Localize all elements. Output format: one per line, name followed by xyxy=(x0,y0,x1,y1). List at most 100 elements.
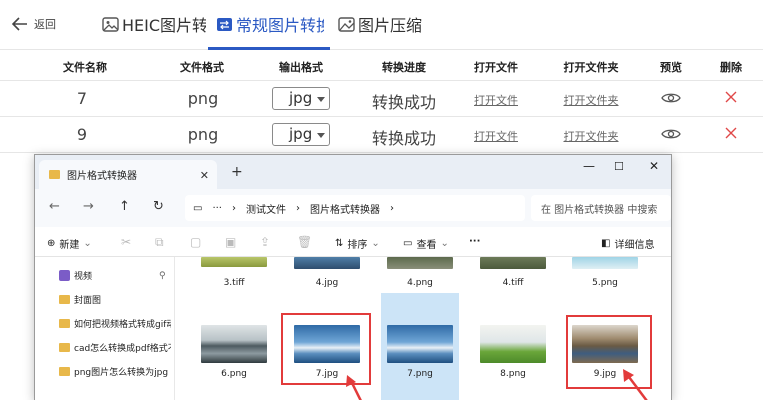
explorer-sidebar: 视频 ⚲ 封面图 如何把视频格式转成gif动 cad怎么转换成pdf格式不 pn… xyxy=(35,257,173,400)
folder-icon xyxy=(59,319,70,328)
column-header: 转换进度 xyxy=(382,61,426,74)
compress-icon xyxy=(338,16,355,32)
sidebar-item-folder[interactable]: 如何把视频格式转成gif动 xyxy=(59,317,171,330)
copy-icon[interactable]: ⧉ xyxy=(155,235,164,250)
arrow-left-icon xyxy=(12,17,27,31)
thumbnail[interactable] xyxy=(201,325,267,363)
file-format: png xyxy=(187,125,219,144)
cut-icon[interactable]: ✂ xyxy=(121,235,131,249)
back-label: 返回 xyxy=(34,18,56,31)
file-label[interactable]: 4.jpg xyxy=(316,278,339,288)
convert-progress: 转换成功 xyxy=(371,93,437,112)
new-tab-button[interactable]: + xyxy=(231,164,243,180)
sidebar-item-folder[interactable]: png图片怎么转换为jpg xyxy=(59,365,171,378)
file-label[interactable]: 3.tiff xyxy=(224,278,245,288)
explorer-toolbar: ⊕ 新建 ⌄ ✂ ⧉ ▢ ▣ ⇪ 🗑 ⇅ 排序 ⌄ ▭ 查看 ⌄ ··· ◧ 详… xyxy=(35,227,671,257)
thumbnail[interactable] xyxy=(387,325,453,363)
column-header: 删除 xyxy=(720,61,742,74)
column-header: 预览 xyxy=(660,61,682,74)
sort-button[interactable]: ⇅ 排序 ⌄ xyxy=(335,236,380,251)
thumbnail[interactable] xyxy=(480,325,546,363)
file-label[interactable]: 5.png xyxy=(592,278,618,288)
new-label: 新建 xyxy=(59,240,80,251)
rename-icon[interactable]: ▣ xyxy=(225,235,236,249)
details-button[interactable]: ◧ 详细信息 xyxy=(601,236,654,251)
open-file-link[interactable]: 打开文件 xyxy=(474,128,518,144)
annotation-arrow xyxy=(623,369,648,400)
sidebar-item-videos[interactable]: 视频 ⚲ xyxy=(59,269,171,282)
minimize-icon[interactable]: — xyxy=(583,159,595,173)
output-format-select[interactable]: jpg xyxy=(272,87,330,110)
breadcrumb-item[interactable]: 测试文件 xyxy=(246,201,286,216)
address-bar[interactable]: ▭ ··· › 测试文件 › 图片格式转换器 › xyxy=(185,195,525,221)
breadcrumb-item[interactable]: 图片格式转换器 xyxy=(310,201,380,216)
column-header: 文件名称 xyxy=(63,61,107,74)
tab-label: 图片压缩 xyxy=(358,16,423,35)
app-header: 返回 HEIC图片转换 常规图片转换 图片压缩 xyxy=(0,0,763,50)
sidebar-item-cover[interactable]: 封面图 xyxy=(59,293,171,306)
file-name: 9 xyxy=(76,125,88,144)
more-options-icon[interactable]: ··· xyxy=(469,236,480,247)
thumbnail[interactable] xyxy=(480,257,546,269)
chevron-down-icon: ⌄ xyxy=(440,238,449,249)
tab-label: HEIC图片转换 xyxy=(122,16,206,35)
file-label[interactable]: 8.png xyxy=(500,369,526,379)
explorer-navbar: ← → ↑ ↻ ▭ ··· › 测试文件 › 图片格式转换器 › 在 图片格式转… xyxy=(35,189,671,227)
video-icon xyxy=(59,270,70,281)
new-button[interactable]: ⊕ 新建 ⌄ xyxy=(47,236,92,251)
up-arrow-icon[interactable]: ↑ xyxy=(119,199,130,214)
open-folder-link[interactable]: 打开文件夹 xyxy=(564,128,619,144)
sidebar-item-folder[interactable]: cad怎么转换成pdf格式不 xyxy=(59,341,171,354)
chevron-down-icon: ⌄ xyxy=(371,238,380,249)
open-file-link[interactable]: 打开文件 xyxy=(474,92,518,108)
back-arrow-icon[interactable]: ← xyxy=(49,199,60,214)
output-format-select[interactable]: jpg xyxy=(272,123,330,146)
view-icon: ▭ xyxy=(403,238,413,249)
forward-arrow-icon[interactable]: → xyxy=(83,199,94,214)
chevron-down-icon: ⌄ xyxy=(83,238,92,249)
explorer-tab-title: 图片格式转换器 xyxy=(67,171,137,182)
chevron-right-icon: › xyxy=(296,202,300,214)
column-header: 输出格式 xyxy=(279,61,323,74)
chevron-down-icon xyxy=(317,97,325,102)
file-label[interactable]: 4.tiff xyxy=(503,278,524,288)
view-button[interactable]: ▭ 查看 ⌄ xyxy=(403,236,449,251)
delete-icon[interactable]: 🗑 xyxy=(297,235,312,249)
explorer-tab[interactable]: 图片格式转换器 ✕ xyxy=(39,160,217,189)
tab-image-compress[interactable]: 图片压缩 xyxy=(338,12,428,36)
thumbnail[interactable] xyxy=(572,257,638,269)
tab-label: 常规图片转换 xyxy=(236,16,324,35)
eye-icon[interactable] xyxy=(661,127,681,141)
file-label[interactable]: 4.png xyxy=(407,278,433,288)
chevron-right-icon: › xyxy=(390,202,394,214)
table-row: 7 png jpg 转换成功 打开文件 打开文件夹 xyxy=(0,81,763,117)
search-input[interactable]: 在 图片格式转换器 中搜索 xyxy=(531,195,671,221)
tab-heic-convert[interactable]: HEIC图片转换 xyxy=(102,12,206,36)
maximize-icon[interactable]: ☐ xyxy=(614,160,624,173)
convert-progress: 转换成功 xyxy=(371,129,437,148)
close-tab-icon[interactable]: ✕ xyxy=(200,169,209,182)
search-placeholder: 在 图片格式转换器 中搜索 xyxy=(541,204,658,216)
file-label[interactable]: 7.png xyxy=(407,369,433,379)
paste-icon[interactable]: ▢ xyxy=(190,235,201,249)
folder-icon xyxy=(59,343,70,352)
close-icon[interactable] xyxy=(725,127,737,139)
refresh-icon[interactable]: ↻ xyxy=(153,199,164,214)
thumbnail[interactable] xyxy=(294,257,360,269)
close-icon[interactable] xyxy=(725,91,737,103)
thumbnail[interactable] xyxy=(201,257,267,267)
output-format-value: jpg xyxy=(289,125,313,143)
file-label[interactable]: 6.png xyxy=(221,369,247,379)
open-folder-link[interactable]: 打开文件夹 xyxy=(564,92,619,108)
column-header: 打开文件夹 xyxy=(563,61,619,74)
table-header: 文件名称 文件格式 输出格式 转换进度 打开文件 打开文件夹 预览 删除 xyxy=(0,51,763,81)
tab-regular-convert[interactable]: 常规图片转换 xyxy=(216,12,324,36)
thumbnail[interactable] xyxy=(387,257,453,269)
back-button[interactable]: 返回 xyxy=(12,16,56,32)
eye-icon[interactable] xyxy=(661,91,681,105)
sidebar-item-label: png图片怎么转换为jpg xyxy=(74,368,169,378)
folder-icon xyxy=(59,295,70,304)
close-window-icon[interactable]: ✕ xyxy=(649,159,659,173)
folder-icon xyxy=(49,170,60,179)
share-icon[interactable]: ⇪ xyxy=(260,235,270,249)
